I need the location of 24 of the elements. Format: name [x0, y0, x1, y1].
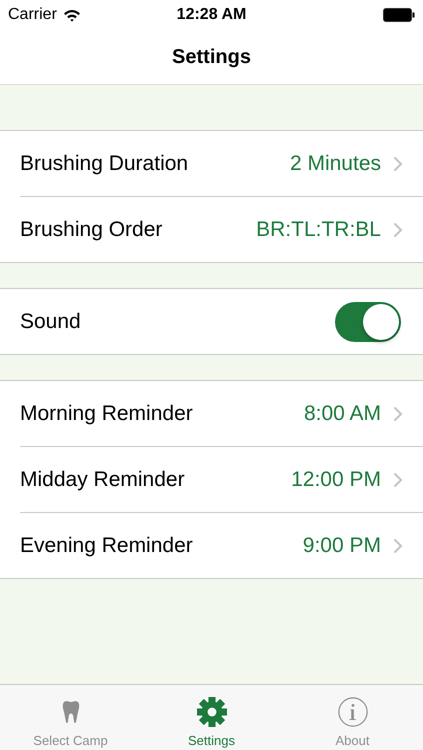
carrier-name: Carrier	[8, 6, 57, 24]
setting-value[interactable]: 12:00 PM	[291, 468, 381, 492]
wifi-icon	[62, 8, 81, 22]
chevron-icon[interactable]	[393, 222, 403, 238]
tab-item[interactable]: Settings	[141, 685, 282, 750]
setting-label: Brushing Order	[20, 218, 164, 242]
chevron-icon[interactable]	[393, 156, 403, 172]
setting-value[interactable]: 9:00 PM	[302, 534, 381, 558]
setting-label: Midday Reminder	[20, 468, 186, 492]
setting-label: Brushing Duration	[20, 152, 190, 176]
toggle-switch[interactable]	[335, 302, 401, 342]
tab-item[interactable]: Select Camp	[0, 685, 141, 750]
setting-value[interactable]: 2 Minutes	[290, 152, 381, 176]
tab-item[interactable]: About	[282, 685, 423, 750]
status-time: 12:28 AM	[176, 6, 246, 24]
setting-label: Evening Reminder	[20, 534, 194, 558]
screen-title: Settings	[172, 46, 251, 68]
battery-icon	[383, 8, 415, 22]
setting-label: Morning Reminder	[20, 402, 194, 426]
setting-value[interactable]: 8:00 AM	[304, 402, 381, 426]
info-icon	[336, 697, 370, 727]
setting-label: Sound	[20, 310, 82, 334]
gear-icon	[194, 697, 228, 727]
setting-value[interactable]: BR:TL:TR:BL	[256, 218, 381, 242]
